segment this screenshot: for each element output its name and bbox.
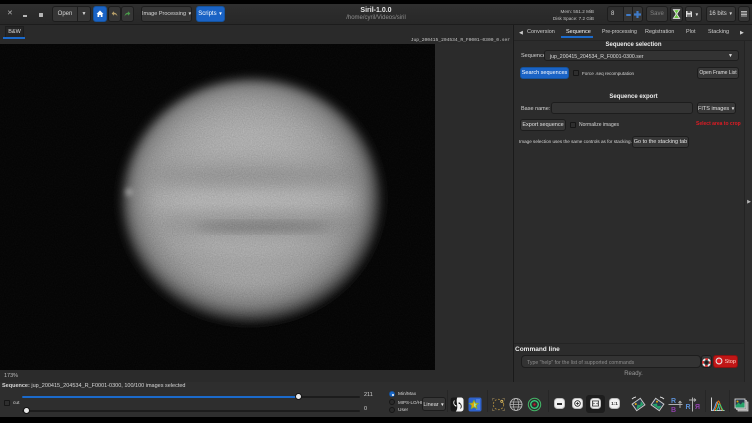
svg-text:R: R: [695, 404, 700, 411]
svg-text:B: B: [671, 407, 676, 413]
svg-text:R: R: [686, 404, 691, 411]
svg-text:R: R: [671, 398, 676, 405]
